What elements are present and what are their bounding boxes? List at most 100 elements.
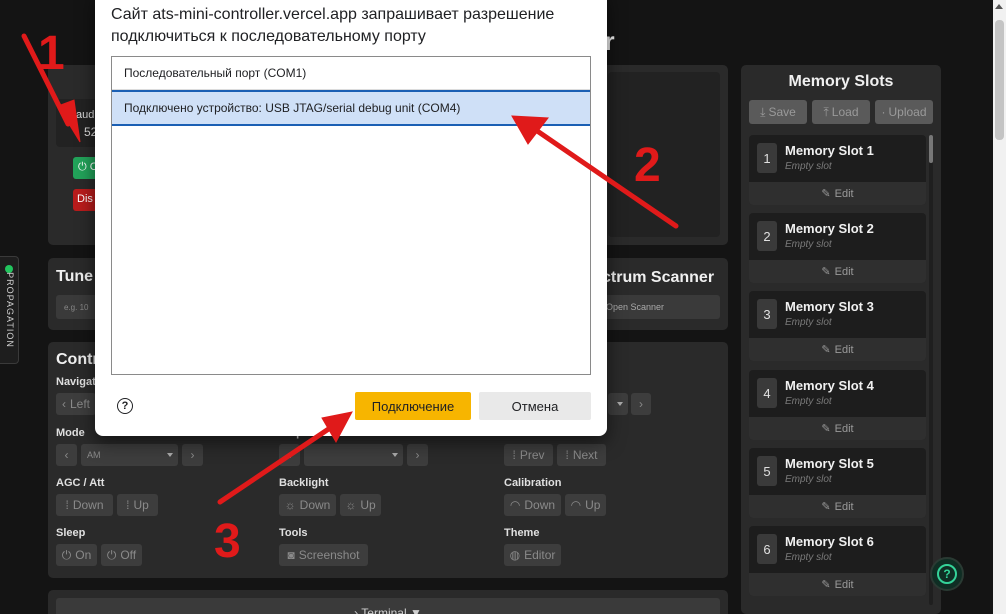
memory-slot[interactable]: 4 Memory Slot 4 Empty slot ✎ Edit bbox=[749, 370, 926, 440]
terminal-label: Terminal ▼ bbox=[361, 606, 422, 614]
chevron-left-icon: ‹ bbox=[61, 397, 66, 411]
info-display bbox=[608, 72, 720, 237]
slot-edit-button[interactable]: ✎ Edit bbox=[749, 417, 926, 440]
slot-edit-label: Edit bbox=[834, 578, 854, 591]
question-icon: ? bbox=[937, 564, 957, 584]
help-button[interactable]: ? bbox=[930, 557, 964, 591]
bandwidth-select[interactable] bbox=[608, 393, 628, 415]
slot-name: Memory Slot 4 bbox=[785, 378, 874, 393]
agc-up-button[interactable]: ⁞ Up bbox=[117, 494, 158, 516]
slot-edit-button[interactable]: ✎ Edit bbox=[749, 260, 926, 283]
sleep-off-button[interactable]: ⏻ Off bbox=[101, 544, 142, 566]
slot-number: 1 bbox=[757, 143, 777, 173]
scroll-thumb[interactable] bbox=[995, 20, 1004, 140]
chevron-right-icon: › bbox=[190, 448, 195, 462]
gauge-icon: ◠ bbox=[509, 498, 521, 512]
memory-save-label: Save bbox=[768, 105, 796, 119]
window-scrollbar[interactable] bbox=[993, 0, 1006, 614]
edit-icon: ✎ bbox=[821, 579, 831, 591]
memory-slot[interactable]: 3 Memory Slot 3 Empty slot ✎ Edit bbox=[749, 291, 926, 361]
port-list[interactable]: Последовательный порт (COM1) Подключено … bbox=[111, 56, 591, 375]
bandwidth-next-label-button[interactable]: ⁞ Next bbox=[557, 444, 606, 466]
port-item-com1[interactable]: Последовательный порт (COM1) bbox=[112, 57, 590, 90]
bars-icon: ⁞ bbox=[65, 498, 69, 512]
chevron-left-icon: ‹ bbox=[287, 448, 292, 462]
dot-icon: · bbox=[881, 105, 886, 119]
screenshot-button[interactable]: ◙ Screenshot bbox=[279, 544, 368, 566]
memory-scrollbar[interactable] bbox=[929, 135, 933, 605]
slot-edit-label: Edit bbox=[834, 265, 854, 278]
step-prev-button[interactable]: ‹ bbox=[279, 444, 300, 466]
chevron-down-icon bbox=[167, 453, 173, 457]
chevron-right-icon: › bbox=[415, 448, 420, 462]
slot-name: Memory Slot 1 bbox=[785, 143, 874, 158]
download-icon: ⤓ bbox=[760, 104, 766, 119]
memory-slot[interactable]: 5 Memory Slot 5 Empty slot ✎ Edit bbox=[749, 448, 926, 518]
memory-load-label: Load bbox=[831, 105, 859, 119]
calibration-down-button[interactable]: ◠ Down bbox=[504, 494, 561, 516]
slot-edit-button[interactable]: ✎ Edit bbox=[749, 182, 926, 205]
backlight-down-button[interactable]: ☼ Down bbox=[279, 494, 336, 516]
step-select[interactable] bbox=[304, 444, 403, 466]
step-next-button[interactable]: › bbox=[407, 444, 428, 466]
chevron-down-icon bbox=[617, 402, 623, 406]
calibration-up-button[interactable]: ◠ Up bbox=[565, 494, 606, 516]
slot-status: Empty slot bbox=[785, 396, 832, 407]
sleep-on-button[interactable]: ⏻ On bbox=[56, 544, 97, 566]
spectrum-title: ctrum Scanner bbox=[602, 269, 715, 286]
backlight-up-label: Up bbox=[360, 498, 376, 512]
chevron-left-icon: ‹ bbox=[64, 448, 69, 462]
spectrum-panel: ctrum Scanner Open Scanner bbox=[592, 258, 728, 330]
mode-select-value: AM bbox=[87, 450, 101, 460]
port-item-com4[interactable]: Подключено устройство: USB JTAG/serial d… bbox=[112, 90, 590, 126]
memory-save-button[interactable]: ⤓ Save bbox=[749, 100, 807, 124]
calibration-label: Calibration bbox=[504, 477, 562, 489]
slot-edit-button[interactable]: ✎ Edit bbox=[749, 495, 926, 518]
theme-label: Theme bbox=[504, 527, 540, 539]
slot-edit-label: Edit bbox=[834, 422, 854, 435]
slot-edit-button[interactable]: ✎ Edit bbox=[749, 573, 926, 596]
power-icon: ⏻ bbox=[78, 161, 90, 173]
open-scanner-button[interactable]: Open Scanner bbox=[600, 295, 720, 319]
bandwidth-prev-button[interactable]: ⁞ Prev bbox=[504, 444, 553, 466]
nav-left-label: Left bbox=[69, 397, 90, 411]
memory-slot[interactable]: 2 Memory Slot 2 Empty slot ✎ Edit bbox=[749, 213, 926, 283]
backlight-up-button[interactable]: ☼ Up bbox=[340, 494, 381, 516]
question-icon[interactable]: ? bbox=[117, 398, 133, 414]
slot-edit-label: Edit bbox=[834, 187, 854, 200]
memory-load-button[interactable]: ⤒ Load bbox=[812, 100, 870, 124]
chevron-right-icon: › bbox=[639, 397, 643, 411]
memory-panel: Memory Slots ⤓ Save ⤒ Load · Upload 1 Memor… bbox=[741, 65, 941, 614]
agc-label: AGC / Att bbox=[56, 477, 105, 489]
memory-slot[interactable]: 1 Memory Slot 1 Empty slot ✎ Edit bbox=[749, 135, 926, 205]
bars-icon: ⁞ bbox=[565, 448, 569, 462]
bandwidth-next-button[interactable]: › bbox=[631, 393, 651, 415]
agc-down-button[interactable]: ⁞ Down bbox=[56, 494, 113, 516]
scroll-up-icon[interactable] bbox=[995, 4, 1003, 9]
memory-upload-button[interactable]: · Upload bbox=[875, 100, 933, 124]
terminal-toggle[interactable]: › Terminal ▼ bbox=[56, 598, 720, 614]
controls-title: Contr bbox=[56, 351, 99, 368]
mode-prev-button[interactable]: ‹ bbox=[56, 444, 77, 466]
dialog-cancel-button[interactable]: Отмена bbox=[479, 392, 591, 420]
slot-number: 6 bbox=[757, 534, 777, 564]
dialog-connect-button[interactable]: Подключение bbox=[355, 392, 471, 420]
memory-scroll-thumb[interactable] bbox=[929, 135, 933, 163]
slot-number: 2 bbox=[757, 221, 777, 251]
memory-slot[interactable]: 6 Memory Slot 6 Empty slot ✎ Edit bbox=[749, 526, 926, 596]
edit-icon: ✎ bbox=[821, 423, 831, 435]
slot-name: Memory Slot 6 bbox=[785, 534, 874, 549]
navigation-label: Navigati bbox=[56, 376, 99, 388]
slot-status: Empty slot bbox=[785, 161, 832, 172]
theme-editor-button[interactable]: ◍ Editor bbox=[504, 544, 561, 566]
power-icon: ⏻ bbox=[106, 547, 117, 562]
slot-edit-button[interactable]: ✎ Edit bbox=[749, 338, 926, 361]
mode-next-button[interactable]: › bbox=[182, 444, 203, 466]
theme-editor-label: Editor bbox=[524, 548, 556, 562]
edit-icon: ✎ bbox=[821, 501, 831, 513]
prev-label: Prev bbox=[519, 448, 545, 462]
calibration-down-label: Down bbox=[524, 498, 556, 512]
nav-left-button[interactable]: ‹ Left bbox=[56, 393, 96, 415]
mode-select[interactable]: AM bbox=[81, 444, 178, 466]
propagation-tab[interactable]: PROPAGATION bbox=[0, 256, 19, 364]
